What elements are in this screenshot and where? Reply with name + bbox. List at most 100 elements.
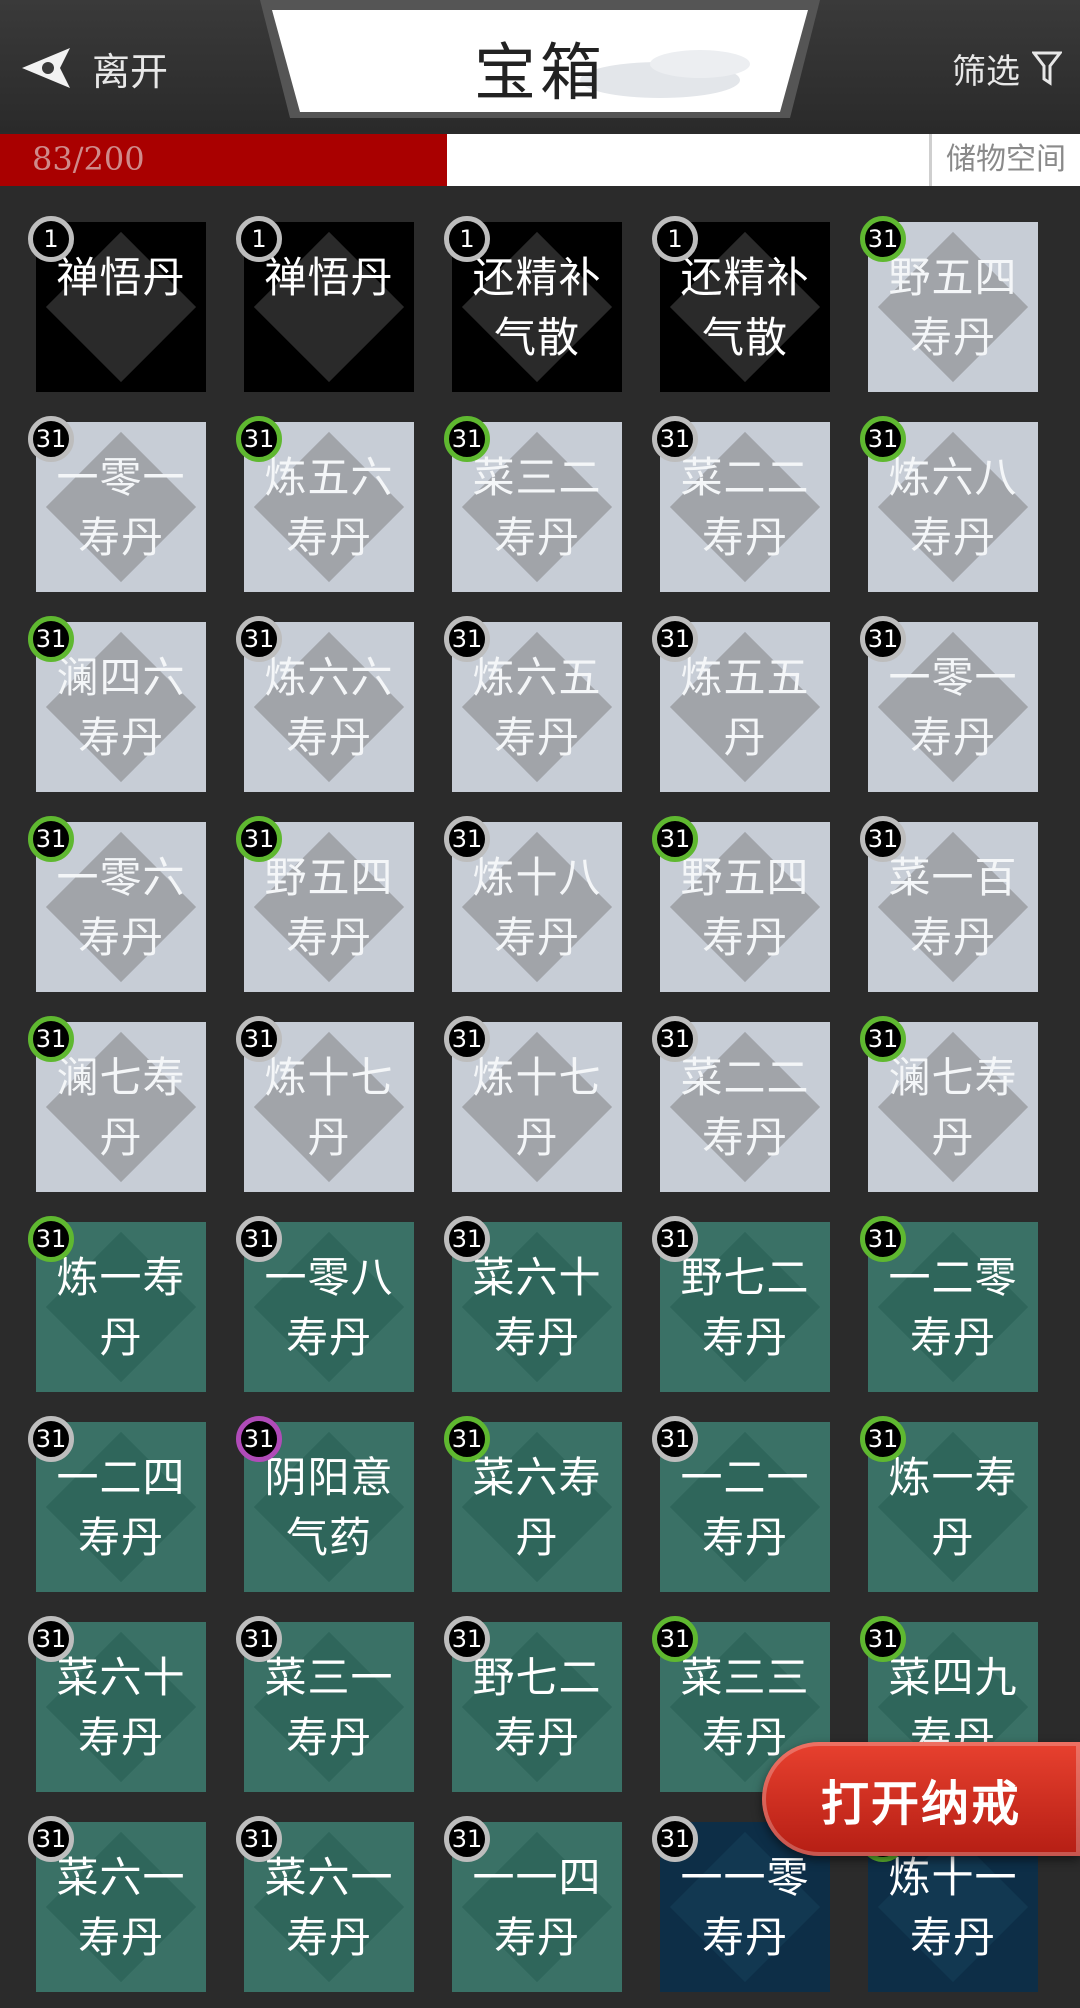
storage-count: 83/200 <box>32 140 145 178</box>
top-bar: 离开 宝箱 筛选 <box>0 0 1080 132</box>
inventory-item[interactable]: 一零一寿丹 31 <box>28 416 206 592</box>
inventory-item[interactable]: 菜一百寿丹 31 <box>860 816 1038 992</box>
inventory-item[interactable]: 澜七寿丹 31 <box>28 1016 206 1192</box>
item-count-badge: 31 <box>28 616 74 662</box>
item-name: 菜六一寿丹 <box>56 1853 186 1962</box>
item-name: 阴阳意气药 <box>264 1453 394 1562</box>
inventory-item[interactable]: 野五四寿丹 31 <box>236 816 414 992</box>
item-count-badge: 31 <box>28 1816 74 1862</box>
inventory-item[interactable]: 澜四六寿丹 31 <box>28 616 206 792</box>
inventory-item[interactable]: 菜六十寿丹 31 <box>28 1616 206 1792</box>
item-name: 一一零寿丹 <box>680 1853 810 1962</box>
inventory-item[interactable]: 菜二二寿丹 31 <box>652 416 830 592</box>
item-name: 炼五五丹 <box>680 653 810 762</box>
storage-capacity-bar: 83/200 储物空间 <box>0 134 1080 186</box>
item-count-badge: 31 <box>652 1216 698 1262</box>
item-count-badge: 31 <box>236 816 282 862</box>
inventory-item[interactable]: 炼十七丹 31 <box>236 1016 414 1192</box>
inventory-item[interactable]: 炼六五寿丹 31 <box>444 616 622 792</box>
filter-label: 筛选 <box>952 51 1020 92</box>
item-name: 炼十七丹 <box>472 1053 602 1162</box>
item-count-badge: 31 <box>444 816 490 862</box>
inventory-item[interactable]: 澜七寿丹 31 <box>860 1016 1038 1192</box>
item-name: 炼六八寿丹 <box>888 453 1018 562</box>
back-arrow-icon <box>22 48 70 88</box>
inventory-item[interactable]: 菜六一寿丹 31 <box>28 1816 206 1992</box>
item-count-badge: 31 <box>860 816 906 862</box>
item-count-badge: 31 <box>236 1016 282 1062</box>
storage-label: 储物空间 <box>929 134 1080 186</box>
inventory-item[interactable]: 炼六八寿丹 31 <box>860 416 1038 592</box>
inventory-item[interactable]: 一零八寿丹 31 <box>236 1216 414 1392</box>
item-count-badge: 31 <box>444 1216 490 1262</box>
inventory-item[interactable]: 菜三一寿丹 31 <box>236 1616 414 1792</box>
inventory-item[interactable]: 野五四寿丹 31 <box>652 816 830 992</box>
open-ring-button[interactable]: 打开纳戒 <box>762 1742 1080 1856</box>
inventory-item[interactable]: 野五四寿丹 31 <box>860 216 1038 392</box>
inventory-item[interactable]: 一零六寿丹 31 <box>28 816 206 992</box>
item-count-badge: 31 <box>236 1616 282 1662</box>
item-count-badge: 1 <box>28 216 74 262</box>
inventory-item[interactable]: 禅悟丹 1 <box>236 216 414 392</box>
item-count-badge: 31 <box>652 816 698 862</box>
inventory-item[interactable]: 一一四寿丹 31 <box>444 1816 622 1992</box>
inventory-item[interactable]: 阴阳意气药 31 <box>236 1416 414 1592</box>
item-count-badge: 31 <box>652 616 698 662</box>
inventory-item[interactable]: 炼十八寿丹 31 <box>444 816 622 992</box>
inventory-item[interactable]: 菜六寿丹 31 <box>444 1416 622 1592</box>
inventory-item[interactable]: 菜六一寿丹 31 <box>236 1816 414 1992</box>
item-count-badge: 31 <box>860 616 906 662</box>
inventory-item[interactable]: 禅悟丹 1 <box>28 216 206 392</box>
inventory-item[interactable]: 还精补气散 1 <box>444 216 622 392</box>
inventory-item[interactable]: 炼五六寿丹 31 <box>236 416 414 592</box>
filter-button[interactable]: 筛选 <box>952 36 1062 100</box>
item-count-badge: 31 <box>444 1816 490 1862</box>
inventory-item[interactable]: 炼一寿丹 31 <box>28 1216 206 1392</box>
inventory-item[interactable]: 一零一寿丹 31 <box>860 616 1038 792</box>
item-name: 炼十七丹 <box>264 1053 394 1162</box>
item-count-badge: 31 <box>28 1216 74 1262</box>
inventory-item[interactable]: 菜六十寿丹 31 <box>444 1216 622 1392</box>
item-name: 野五四寿丹 <box>680 853 810 962</box>
item-count-badge: 31 <box>860 216 906 262</box>
item-count-badge: 31 <box>28 1016 74 1062</box>
item-count-badge: 31 <box>444 1416 490 1462</box>
item-name: 菜二二寿丹 <box>680 453 810 562</box>
item-count-badge: 1 <box>444 216 490 262</box>
item-name: 菜六一寿丹 <box>264 1853 394 1962</box>
item-count-badge: 31 <box>652 416 698 462</box>
inventory-item[interactable]: 炼五五丹 31 <box>652 616 830 792</box>
item-grid: 禅悟丹 1 禅悟丹 1 还精补气散 1 还精补气散 1 野五四寿丹 31 一零一寿丹 31 炼五六寿丹 3… <box>28 216 1046 2008</box>
inventory-item[interactable]: 一二零寿丹 31 <box>860 1216 1038 1392</box>
inventory-item[interactable]: 一二一寿丹 31 <box>652 1416 830 1592</box>
item-name: 一零六寿丹 <box>56 853 186 962</box>
item-name: 野五四寿丹 <box>888 253 1018 362</box>
item-count-badge: 31 <box>236 416 282 462</box>
inventory-item[interactable]: 炼十七丹 31 <box>444 1016 622 1192</box>
item-count-badge: 31 <box>444 416 490 462</box>
item-count-badge: 31 <box>860 1616 906 1662</box>
item-count-badge: 31 <box>860 416 906 462</box>
inventory-item[interactable]: 一二四寿丹 31 <box>28 1416 206 1592</box>
item-name: 炼一寿丹 <box>888 1453 1018 1562</box>
inventory-item[interactable]: 野七二寿丹 31 <box>444 1616 622 1792</box>
page-title: 宝箱 <box>473 36 606 109</box>
item-name: 炼六五寿丹 <box>472 653 602 762</box>
inventory-item[interactable]: 还精补气散 1 <box>652 216 830 392</box>
item-count-badge: 31 <box>652 1616 698 1662</box>
leave-button[interactable]: 离开 <box>18 36 218 100</box>
item-count-badge: 31 <box>444 1016 490 1062</box>
item-name: 澜七寿丹 <box>888 1053 1018 1162</box>
leave-label: 离开 <box>92 49 169 94</box>
inventory-item[interactable]: 炼一寿丹 31 <box>860 1416 1038 1592</box>
item-name: 菜二二寿丹 <box>680 1053 810 1162</box>
item-count-badge: 31 <box>236 1416 282 1462</box>
inventory-item[interactable]: 菜二二寿丹 31 <box>652 1016 830 1192</box>
title-plate: 宝箱 <box>260 0 820 118</box>
item-name: 菜六寿丹 <box>472 1453 602 1562</box>
inventory-item[interactable]: 野七二寿丹 31 <box>652 1216 830 1392</box>
inventory-item[interactable]: 炼六六寿丹 31 <box>236 616 414 792</box>
inventory-item[interactable]: 菜三二寿丹 31 <box>444 416 622 592</box>
item-name: 炼五六寿丹 <box>264 453 394 562</box>
item-count-badge: 31 <box>28 1616 74 1662</box>
